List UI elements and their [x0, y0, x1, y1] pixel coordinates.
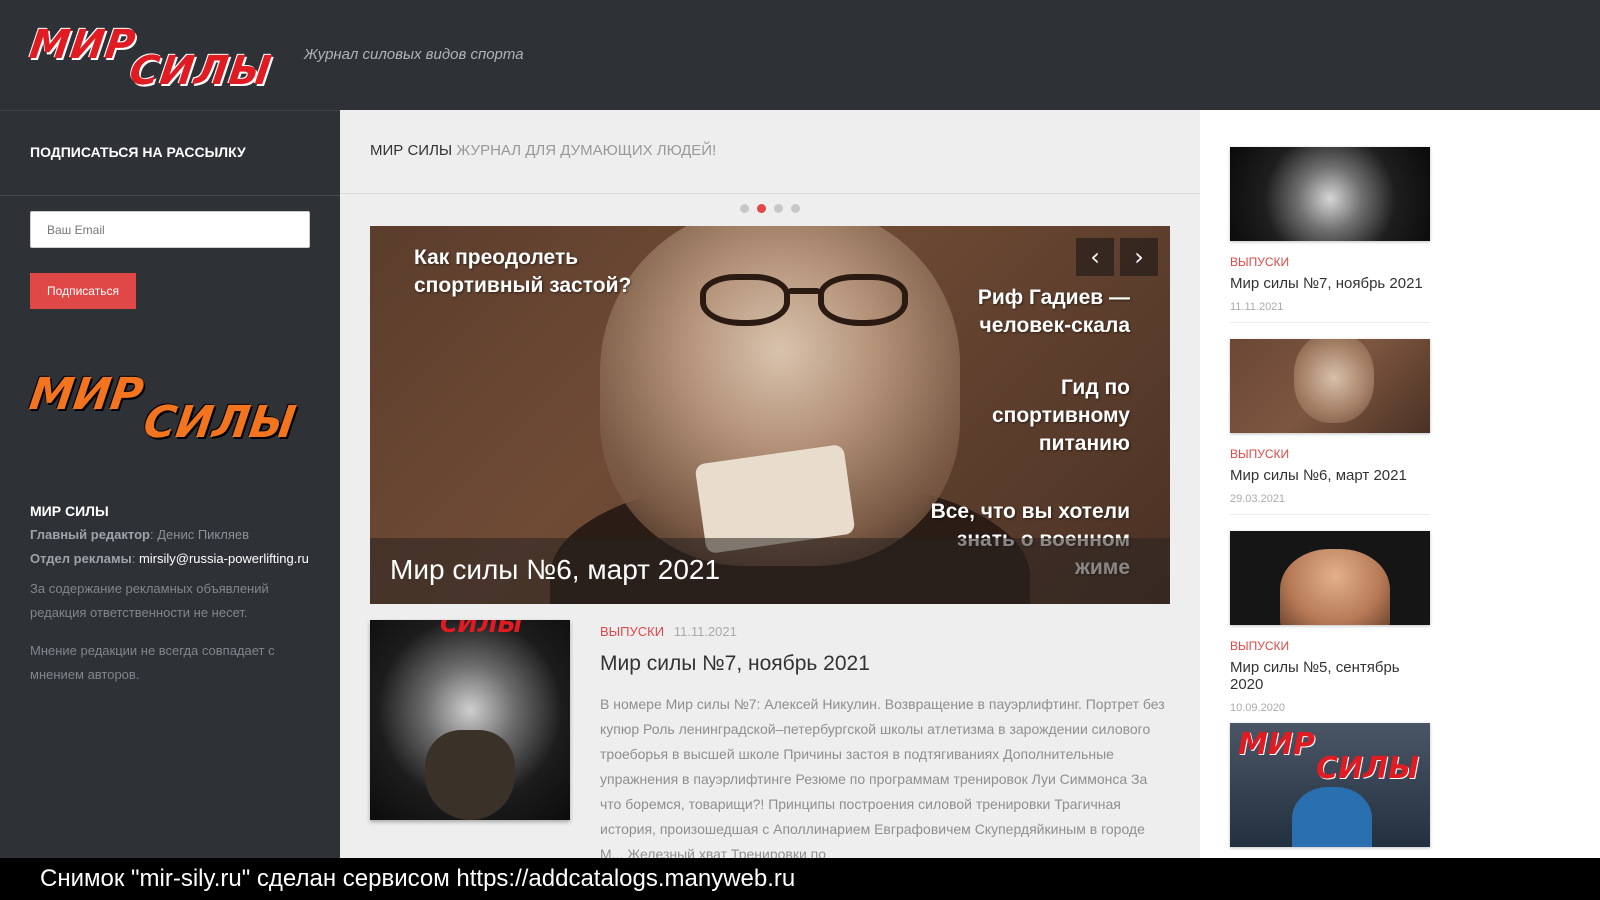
featured-slider[interactable]: Как преодолеть спортивный застой? Риф Га…	[370, 226, 1170, 604]
editor-value: Денис Пикляев	[157, 527, 250, 542]
recent-post-category[interactable]: ВЫПУСКИ	[1230, 639, 1430, 653]
logo-word-top: МИР	[26, 22, 139, 68]
sidebar-note-ads: За содержание рекламных объявлений редак…	[30, 581, 269, 620]
post-title-link[interactable]: Мир силы №7, ноябрь 2021	[600, 652, 870, 676]
cover-logo-top: МИР	[1238, 727, 1315, 762]
editor-line: Главный редактор: Денис Пикляев	[30, 527, 250, 542]
recent-post: ВЫПУСКИ Мир силы №7, ноябрь 2021 11.11.2…	[1230, 147, 1430, 323]
slide-image-glasses	[700, 274, 910, 332]
slide-text-right-2: Гид по спортивному питанию	[991, 376, 1130, 455]
left-sidebar: ПОДПИСАТЬСЯ НА РАССЫЛКУ Подписаться МИР …	[0, 110, 340, 858]
slider-prev-button[interactable]: ‹	[1076, 238, 1114, 276]
slider-dot-active[interactable]	[757, 204, 766, 213]
ads-label: Отдел рекламы	[30, 551, 132, 566]
post-date: 11.11.2021	[673, 624, 737, 639]
slide-text-top-left: Как преодолеть спортивный застой?	[414, 246, 632, 297]
slider-dots	[340, 204, 1200, 213]
sidebar-logo-word-bottom: СИЛЫ	[140, 397, 299, 448]
sidebar-brand: МИР СИЛЫ	[30, 503, 109, 519]
recent-post-image[interactable]	[1230, 147, 1430, 241]
main-title: МИР СИЛЫ ЖУРНАЛ ДЛЯ ДУМАЮЩИХ ЛЮДЕЙ!	[370, 142, 716, 159]
subscribe-button[interactable]: Подписаться	[30, 273, 136, 309]
post-excerpt: В номере Мир силы №7: Алексей Никулин. В…	[600, 696, 1165, 858]
right-sidebar: ВЫПУСКИ Мир силы №7, ноябрь 2021 11.11.2…	[1200, 110, 1600, 858]
recent-post-date: 11.11.2021	[1230, 301, 1284, 313]
recent-post-image[interactable]	[1230, 531, 1430, 625]
recent-post-category[interactable]: ВЫПУСКИ	[1230, 255, 1430, 269]
recent-post-title[interactable]: Мир силы №6, март 2021	[1230, 467, 1430, 484]
sidebar-logo-word-top: МИР	[26, 369, 147, 420]
main-content: МИР СИЛЫ ЖУРНАЛ ДЛЯ ДУМАЮЩИХ ЛЮДЕЙ! Как …	[340, 110, 1200, 858]
main-title-subtitle: ЖУРНАЛ ДЛЯ ДУМАЮЩИХ ЛЮДЕЙ!	[456, 142, 717, 159]
snapshot-caption: Снимок "mir-sily.ru" сделан сервисом htt…	[40, 865, 796, 892]
post-category-link[interactable]: ВЫПУСКИ	[600, 624, 664, 639]
sidebar-divider	[0, 195, 340, 196]
email-input[interactable]	[30, 211, 310, 248]
recent-post: ВЫПУСКИ Мир силы №6, март 2021 29.03.202…	[1230, 339, 1430, 515]
ads-email-link[interactable]: mirsily@russia-powerlifting.ru	[139, 551, 309, 566]
post-item: СИЛЫ ВЫПУСКИ 11.11.2021 Мир силы №7, ноя…	[370, 620, 1170, 858]
chevron-right-icon: ›	[1134, 243, 1144, 271]
chevron-left-icon: ‹	[1090, 243, 1100, 271]
site-header: МИР СИЛЫ Журнал силовых видов спорта	[0, 0, 1600, 110]
page: МИР СИЛЫ Журнал силовых видов спорта ПОД…	[0, 0, 1600, 858]
editor-label: Главный редактор	[30, 527, 150, 542]
post-thumb-logo: СИЛЫ	[440, 620, 523, 638]
sidebar-note-opinion: Мнение редакции не всегда совпадает с мн…	[30, 643, 275, 682]
slider-dot[interactable]	[791, 204, 800, 213]
cover-logo-bottom: СИЛЫ	[1316, 751, 1420, 786]
recent-post-title[interactable]: Мир силы №5, сентябрь 2020	[1230, 659, 1430, 693]
post-meta: ВЫПУСКИ 11.11.2021	[600, 624, 737, 639]
site-logo[interactable]: МИР СИЛЫ	[26, 22, 290, 94]
main-header: МИР СИЛЫ ЖУРНАЛ ДЛЯ ДУМАЮЩИХ ЛЮДЕЙ!	[340, 110, 1200, 194]
site-tagline: Журнал силовых видов спорта	[304, 46, 524, 63]
snapshot-caption-bar: Снимок "mir-sily.ru" сделан сервисом htt…	[0, 858, 1600, 900]
slider-dot[interactable]	[774, 204, 783, 213]
recent-post-image[interactable]	[1230, 339, 1430, 433]
recent-post: ВЫПУСКИ Мир силы №5, сентябрь 2020 10.09…	[1230, 531, 1430, 724]
recent-post-title[interactable]: Мир силы №7, ноябрь 2021	[1230, 275, 1430, 292]
recent-post-date: 10.09.2020	[1230, 702, 1286, 714]
subscribe-title: ПОДПИСАТЬСЯ НА РАССЫЛКУ	[30, 144, 246, 160]
sidebar-logo: МИР СИЛЫ	[26, 369, 320, 449]
recent-post-category[interactable]: ВЫПУСКИ	[1230, 447, 1430, 461]
slide-caption[interactable]: Мир силы №6, март 2021	[390, 554, 720, 586]
slide-text-right-1: Риф Гадиев — человек-скала	[977, 286, 1130, 337]
slider-next-button[interactable]: ›	[1120, 238, 1158, 276]
recent-post-image[interactable]: МИР СИЛЫ	[1230, 723, 1430, 847]
main-title-brand: МИР СИЛЫ	[370, 142, 453, 159]
slider-dot[interactable]	[740, 204, 749, 213]
recent-post-date: 29.03.2021	[1230, 493, 1286, 505]
recent-post: МИР СИЛЫ	[1230, 723, 1430, 847]
ads-line: Отдел рекламы: mirsily@russia-powerlifti…	[30, 551, 309, 566]
slide-caption-bar: Мир силы №6, март 2021	[370, 538, 1170, 604]
post-thumbnail[interactable]: СИЛЫ	[370, 620, 570, 820]
logo-word-bottom: СИЛЫ	[126, 48, 275, 94]
